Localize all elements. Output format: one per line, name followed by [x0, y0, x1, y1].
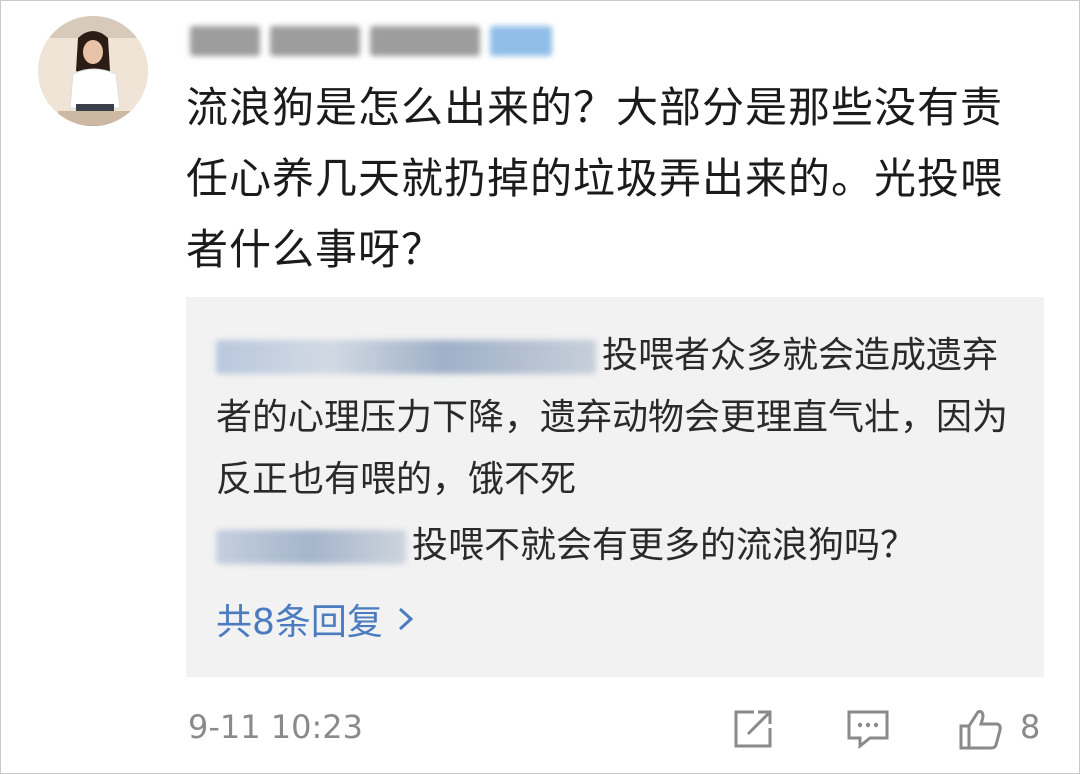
avatar-image — [38, 16, 148, 126]
like-button[interactable] — [958, 708, 1004, 756]
like-count: 8 — [1020, 708, 1041, 746]
reply-username-blurred[interactable] — [216, 530, 406, 564]
reply-item: 投喂者众多就会造成遗弃者的心理压力下降，遗弃动物会更理直气壮，因为反正也有喂的，… — [216, 325, 1026, 511]
comment-text: 流浪狗是怎么出来的？大部分是那些没有责任心养几天就扔掉的垃圾弄出来的。光投喂者什… — [186, 83, 1004, 274]
reply-item: 投喂不就会有更多的流浪狗吗？ — [216, 515, 1026, 577]
comment-icon — [847, 710, 889, 750]
reply-button[interactable] — [846, 708, 890, 754]
reply-box[interactable]: 投喂者众多就会造成遗弃者的心理压力下降，遗弃动物会更理直气壮，因为反正也有喂的，… — [186, 297, 1044, 677]
avatar[interactable] — [38, 16, 148, 126]
user-badge — [490, 26, 552, 56]
username-blurred[interactable] — [190, 22, 552, 60]
thumbs-up-icon — [959, 710, 1002, 750]
comment-screen: { "comment": { "text": "流浪狗是怎么出来的？大部分是那些… — [0, 0, 1080, 774]
chevron-right-icon — [398, 607, 414, 631]
reply-username-blurred[interactable] — [216, 340, 596, 374]
share-button[interactable] — [732, 708, 774, 754]
more-replies-label: 共8条回复 — [216, 602, 383, 643]
comment-time: 9-11 10:23 — [188, 708, 364, 746]
more-replies-link[interactable]: 共8条回复 — [216, 593, 415, 645]
share-icon — [734, 710, 772, 748]
reply-text: 投喂不就会有更多的流浪狗吗？ — [412, 525, 917, 566]
